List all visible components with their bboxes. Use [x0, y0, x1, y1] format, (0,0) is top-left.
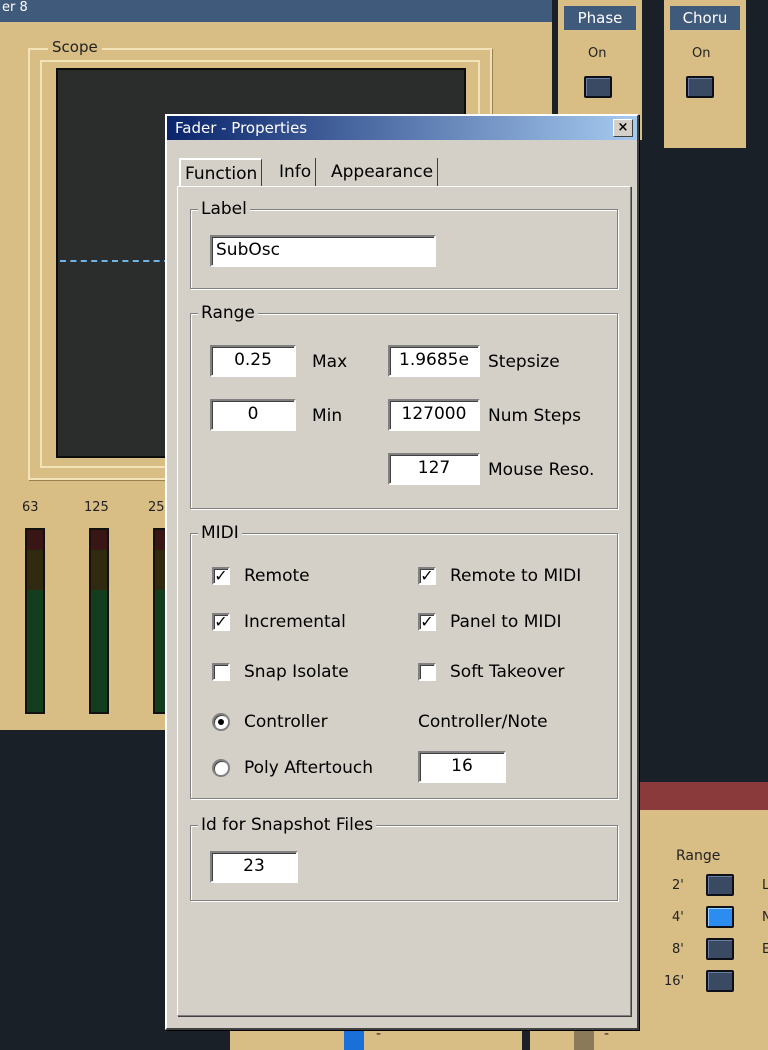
side-letter-2: N	[762, 910, 768, 925]
osc-module	[639, 810, 768, 1050]
tab-page-function: Label SubOsc Range 0.25 Max 0 Min 1.9685…	[177, 186, 631, 1016]
snap-isolate-checkbox[interactable]	[212, 663, 230, 681]
remote-label: Remote	[244, 566, 310, 586]
num-steps-input[interactable]: 127000	[388, 399, 480, 431]
level-meter-1	[25, 528, 45, 714]
label-group-title: Label	[198, 199, 250, 219]
incremental-label: Incremental	[244, 612, 346, 632]
level-meter-2	[89, 528, 109, 714]
close-icon: ×	[617, 120, 629, 135]
phase-state: On	[588, 46, 607, 61]
snapshot-id-input[interactable]: 23	[210, 851, 298, 883]
range-8-button[interactable]	[706, 938, 734, 960]
chorus-title: Choru	[670, 6, 740, 30]
panel-to-midi-label: Panel to MIDI	[450, 612, 562, 632]
max-label: Max	[312, 352, 348, 372]
poly-aftertouch-label: Poly Aftertouch	[244, 758, 374, 778]
mouse-reso-input[interactable]: 127	[388, 453, 480, 485]
range-option-label-16: 16'	[664, 974, 685, 989]
tab-appearance[interactable]: Appearance	[327, 158, 439, 186]
range-label: Range	[676, 848, 721, 864]
tab-info[interactable]: Info	[275, 158, 317, 186]
phase-title: Phase	[564, 6, 636, 30]
range-option-label-4: 4'	[672, 910, 684, 925]
min-label: Min	[312, 406, 343, 426]
range-group-title: Range	[198, 303, 258, 323]
min-input[interactable]: 0	[210, 399, 296, 431]
soft-takeover-label: Soft Takeover	[450, 662, 565, 682]
scope-trace	[60, 260, 170, 262]
dialog-title: Fader - Properties	[175, 119, 308, 137]
osc-header-strip	[639, 782, 768, 810]
range-16-button[interactable]	[706, 970, 734, 992]
close-button[interactable]: ×	[613, 119, 633, 137]
controller-label: Controller	[244, 712, 328, 732]
panel-title: er 8	[2, 0, 28, 15]
remote-to-midi-checkbox[interactable]: ✓	[418, 567, 436, 585]
panel-to-midi-checkbox[interactable]: ✓	[418, 613, 436, 631]
label-input[interactable]: SubOsc	[210, 235, 436, 267]
range-option-label-8: 8'	[672, 942, 684, 957]
scope-label: Scope	[48, 38, 102, 56]
max-input[interactable]: 0.25	[210, 345, 296, 377]
range-option-label-2: 2'	[672, 878, 684, 893]
poly-aftertouch-radio[interactable]	[212, 759, 230, 777]
soft-takeover-checkbox[interactable]	[418, 663, 436, 681]
stepsize-input[interactable]: 1.9685e	[388, 345, 480, 377]
phase-toggle[interactable]	[584, 76, 612, 98]
range-4-button[interactable]	[706, 906, 734, 928]
incremental-checkbox[interactable]: ✓	[212, 613, 230, 631]
mouse-reso-label: Mouse Reso.	[488, 460, 595, 480]
dialog-title-bar[interactable]: Fader - Properties ×	[167, 116, 637, 140]
side-letter-1: L	[762, 878, 768, 893]
fader-properties-dialog: Fader - Properties × Function Info Appea…	[165, 114, 639, 1030]
midi-group-title: MIDI	[198, 523, 242, 543]
chorus-state: On	[692, 46, 711, 61]
remote-checkbox[interactable]: ✓	[212, 567, 230, 585]
meter-tick-2: 125	[84, 500, 109, 515]
meter-tick-1: 63	[22, 500, 39, 515]
side-letter-3: E	[762, 942, 768, 957]
meter-tick-3: 25	[148, 500, 165, 515]
snap-isolate-label: Snap Isolate	[244, 662, 349, 682]
stepsize-label: Stepsize	[488, 352, 560, 372]
chorus-toggle[interactable]	[686, 76, 714, 98]
num-steps-label: Num Steps	[488, 406, 582, 426]
tab-function[interactable]: Function	[179, 158, 263, 186]
panel-title-bar: er 8	[0, 0, 552, 22]
controller-radio[interactable]	[212, 713, 230, 731]
remote-to-midi-label: Remote to MIDI	[450, 566, 582, 586]
controller-note-label: Controller/Note	[418, 712, 548, 732]
range-2-button[interactable]	[706, 874, 734, 896]
controller-note-input[interactable]: 16	[418, 751, 506, 783]
snapshot-group-title: Id for Snapshot Files	[198, 815, 377, 835]
